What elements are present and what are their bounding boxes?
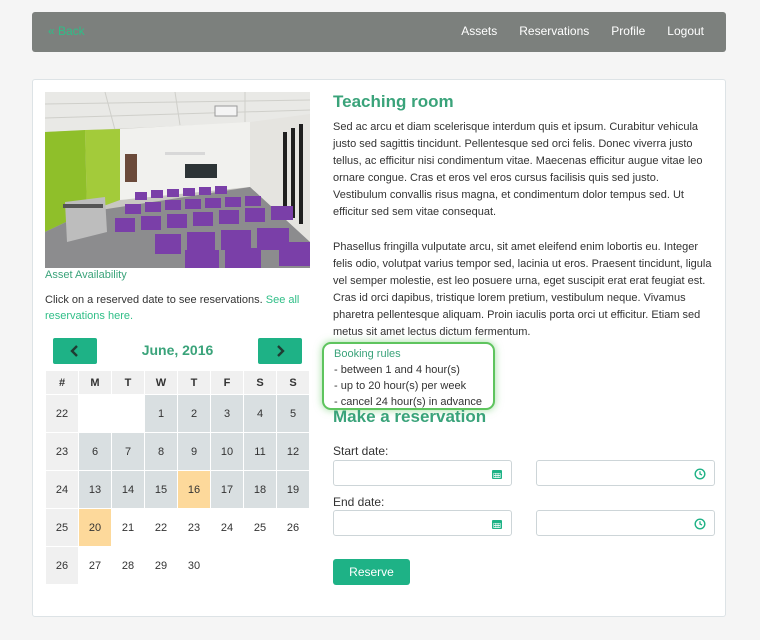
calendar-day[interactable]: 25 [243,508,277,547]
calendar-day-reserved[interactable]: 9 [177,432,211,471]
start-date-input[interactable] [333,460,512,486]
booking-rule: - between 1 and 4 hour(s) [334,364,460,376]
nav-logout[interactable]: Logout [667,24,704,38]
asset-description-1: Sed ac arcu et diam scelerisque interdum… [333,121,703,218]
reserve-button[interactable]: Reserve [333,559,410,585]
calendar-week-row: 22 1 2 3 4 5 [45,394,310,433]
calendar-instructions: Click on a reserved date to see reservat… [45,292,315,324]
calendar-day-reserved[interactable]: 17 [210,470,244,509]
top-navbar: « Back Assets Reservations Profile Logou… [32,12,726,52]
calendar-day-empty [276,546,310,585]
calendar-day-reserved[interactable]: 8 [144,432,178,471]
end-date-input[interactable] [333,510,512,536]
weekday-header: M [78,370,112,395]
calendar-day-selected[interactable]: 20 [78,508,112,547]
calendar-day-reserved[interactable]: 11 [243,432,277,471]
prev-month-button[interactable] [53,338,97,364]
week-number: 25 [45,508,79,547]
calendar-icon [492,520,502,529]
asset-availability-label: Asset Availability [45,269,127,281]
asset-card: Asset Availability Click on a reserved d… [32,79,726,617]
calendar-weekday-row: # M T W T F S S [45,370,310,395]
calendar-day-reserved[interactable]: 19 [276,470,310,509]
calendar-instructions-text: Click on a reserved date to see reservat… [45,294,263,306]
nav-reservations[interactable]: Reservations [519,24,589,38]
start-time-input[interactable] [536,460,715,486]
calendar-day-reserved[interactable]: 1 [144,394,178,433]
chevron-right-icon [277,345,285,357]
calendar-day-reserved[interactable]: 3 [210,394,244,433]
calendar-day-today[interactable]: 16 [177,470,211,509]
reservation-heading: Make a reservation [333,407,487,426]
calendar-icon [492,470,502,479]
weekday-header: F [210,370,244,395]
calendar-day-reserved[interactable]: 15 [144,470,178,509]
calendar-header: June, 2016 [45,338,310,364]
chevron-left-icon [70,345,78,357]
calendar-day-reserved[interactable]: 7 [111,432,145,471]
weekday-header: S [276,370,310,395]
end-time-input[interactable] [536,510,715,536]
calendar-day[interactable]: 26 [276,508,310,547]
calendar-day[interactable]: 29 [144,546,178,585]
calendar-day-reserved[interactable]: 2 [177,394,211,433]
calendar-day[interactable]: 21 [111,508,145,547]
calendar-day-reserved[interactable]: 13 [78,470,112,509]
calendar-day[interactable]: 30 [177,546,211,585]
calendar-day-reserved[interactable]: 12 [276,432,310,471]
week-number: 24 [45,470,79,509]
calendar-grid: # M T W T F S S 22 1 2 3 4 5 23 6 7 8 9 … [45,370,310,585]
back-link[interactable]: « Back [48,24,85,38]
booking-rules-heading: Booking rules [334,348,401,360]
asset-description-2: Phasellus fringilla vulputate arcu, sit … [333,241,712,338]
nav-assets[interactable]: Assets [461,24,497,38]
calendar-day[interactable]: 28 [111,546,145,585]
calendar-day[interactable]: 27 [78,546,112,585]
calendar-day[interactable]: 23 [177,508,211,547]
calendar-day-empty [78,394,112,433]
end-date-label: End date: [333,495,385,509]
calendar-day-reserved[interactable]: 6 [78,432,112,471]
asset-title: Teaching room [333,92,454,111]
booking-rule: - up to 20 hour(s) per week [334,380,467,392]
weekday-header: T [111,370,145,395]
calendar-week-row: 26 27 28 29 30 [45,546,310,585]
calendar-day-empty [210,546,244,585]
week-number: 23 [45,432,79,471]
calendar-day-reserved[interactable]: 10 [210,432,244,471]
week-number: 22 [45,394,79,433]
week-number-header: # [45,370,79,395]
weekday-header: W [144,370,178,395]
calendar-week-row: 25 20 21 22 23 24 25 26 [45,508,310,547]
weekday-header: T [177,370,211,395]
calendar-day-reserved[interactable]: 18 [243,470,277,509]
calendar-week-row: 23 6 7 8 9 10 11 12 [45,432,310,471]
calendar-day-empty [111,394,145,433]
main-nav: Assets Reservations Profile Logout [461,24,704,38]
nav-profile[interactable]: Profile [611,24,645,38]
booking-rules-box: Booking rules - between 1 and 4 hour(s) … [322,342,495,410]
calendar-day-reserved[interactable]: 4 [243,394,277,433]
calendar-week-row: 24 13 14 15 16 17 18 19 [45,470,310,509]
week-number: 26 [45,546,79,585]
calendar-day[interactable]: 22 [144,508,178,547]
calendar-day[interactable]: 24 [210,508,244,547]
calendar-day-empty [243,546,277,585]
room-photo [45,92,310,268]
clock-icon [694,518,706,530]
start-date-label: Start date: [333,444,389,458]
weekday-header: S [243,370,277,395]
next-month-button[interactable] [258,338,302,364]
calendar-day-reserved[interactable]: 5 [276,394,310,433]
calendar-day-reserved[interactable]: 14 [111,470,145,509]
clock-icon [694,468,706,480]
